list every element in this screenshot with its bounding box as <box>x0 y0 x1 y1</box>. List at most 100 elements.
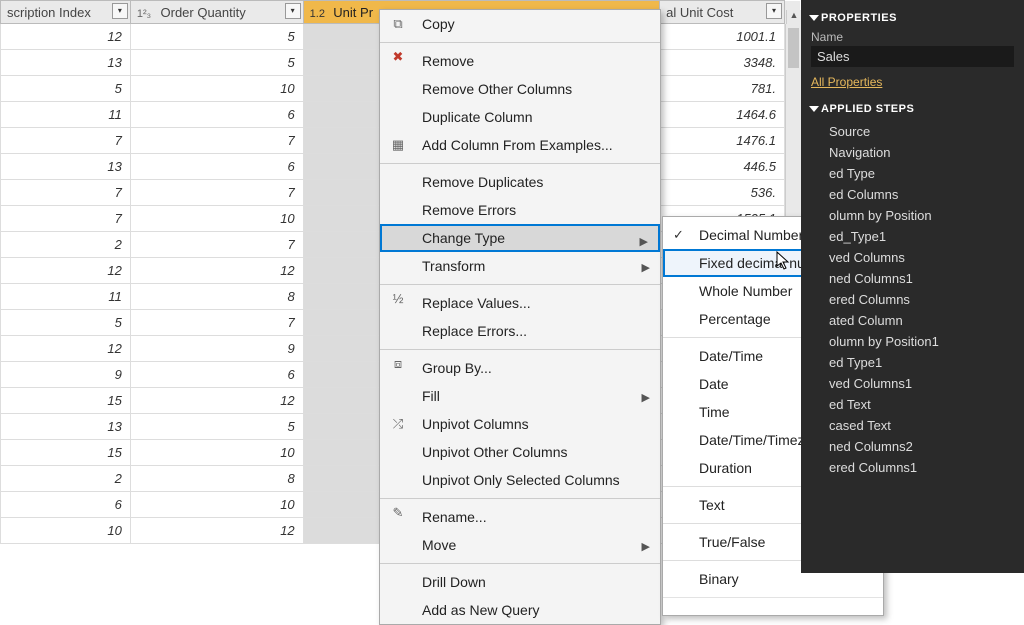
applied-step[interactable]: ned Columns2 <box>811 436 1024 457</box>
menu-item-fill[interactable]: Fill▶ <box>380 382 660 410</box>
scroll-up-arrow-icon[interactable]: ▲ <box>786 10 801 24</box>
cell-order-quantity[interactable]: 12 <box>130 518 303 544</box>
column-header-label: scription Index <box>7 5 91 20</box>
cell-description-index[interactable]: 13 <box>1 414 131 440</box>
cell-order-quantity[interactable]: 7 <box>130 180 303 206</box>
cell-description-index[interactable]: 2 <box>1 466 131 492</box>
cell-order-quantity[interactable]: 10 <box>130 492 303 518</box>
column-header-unit-cost[interactable]: al Unit Cost ▾ <box>660 1 785 24</box>
applied-steps-header[interactable]: APPLIED STEPS <box>811 103 1024 115</box>
applied-step[interactable]: ved Columns1 <box>811 373 1024 394</box>
cell-description-index[interactable]: 13 <box>1 154 131 180</box>
cell-unit-cost[interactable]: 536. <box>660 180 785 206</box>
all-properties-link[interactable]: All Properties <box>811 75 882 89</box>
cell-order-quantity[interactable]: 10 <box>130 206 303 232</box>
cell-description-index[interactable]: 5 <box>1 76 131 102</box>
menu-item-duplicate-column[interactable]: Duplicate Column <box>380 103 660 131</box>
cell-unit-cost[interactable]: 1476.1 <box>660 128 785 154</box>
applied-step[interactable]: Source <box>811 121 1024 142</box>
cell-description-index[interactable]: 15 <box>1 440 131 466</box>
cell-description-index[interactable]: 9 <box>1 362 131 388</box>
cell-description-index[interactable]: 12 <box>1 336 131 362</box>
cell-order-quantity[interactable]: 5 <box>130 50 303 76</box>
column-header-description-index[interactable]: scription Index ▾ <box>1 1 131 24</box>
cell-unit-cost[interactable]: 3348. <box>660 50 785 76</box>
cell-order-quantity[interactable]: 10 <box>130 76 303 102</box>
menu-item-transform[interactable]: Transform▶ <box>380 252 660 280</box>
applied-step[interactable]: ed_Type1 <box>811 226 1024 247</box>
cell-unit-cost[interactable]: 446.5 <box>660 154 785 180</box>
cell-description-index[interactable]: 7 <box>1 128 131 154</box>
cell-unit-cost[interactable]: 781. <box>660 76 785 102</box>
cell-order-quantity[interactable]: 10 <box>130 440 303 466</box>
filter-dropdown-icon[interactable]: ▾ <box>766 3 782 19</box>
menu-item-remove-duplicates[interactable]: Remove Duplicates <box>380 163 660 196</box>
copy-icon: ⧉ <box>388 14 408 34</box>
cell-order-quantity[interactable]: 6 <box>130 102 303 128</box>
cell-description-index[interactable]: 12 <box>1 258 131 284</box>
cell-unit-cost[interactable]: 1001.1 <box>660 24 785 50</box>
cell-description-index[interactable]: 11 <box>1 102 131 128</box>
cell-unit-cost[interactable]: 1464.6 <box>660 102 785 128</box>
cell-description-index[interactable]: 7 <box>1 206 131 232</box>
cell-order-quantity[interactable]: 7 <box>130 310 303 336</box>
applied-step[interactable]: ed Type <box>811 163 1024 184</box>
menu-item-move[interactable]: Move▶ <box>380 531 660 559</box>
menu-item-add-column-from-examples[interactable]: ▦Add Column From Examples... <box>380 131 660 159</box>
applied-step[interactable]: cased Text <box>811 415 1024 436</box>
menu-item-rename[interactable]: ✎Rename... <box>380 498 660 531</box>
cell-order-quantity[interactable]: 5 <box>130 414 303 440</box>
cell-description-index[interactable]: 6 <box>1 492 131 518</box>
cell-order-quantity[interactable]: 7 <box>130 128 303 154</box>
column-header-order-quantity[interactable]: 1²₃ Order Quantity ▾ <box>130 1 303 24</box>
cell-order-quantity[interactable]: 8 <box>130 466 303 492</box>
cell-order-quantity[interactable]: 6 <box>130 154 303 180</box>
cell-order-quantity[interactable]: 6 <box>130 362 303 388</box>
applied-step[interactable]: ered Columns1 <box>811 457 1024 478</box>
applied-step[interactable]: ed Columns <box>811 184 1024 205</box>
menu-item-drill-down[interactable]: Drill Down <box>380 563 660 596</box>
cell-description-index[interactable]: 15 <box>1 388 131 414</box>
menu-item-group-by[interactable]: ⧈Group By... <box>380 349 660 382</box>
cell-description-index[interactable]: 11 <box>1 284 131 310</box>
menu-item-unpivot-columns[interactable]: ⤮Unpivot Columns <box>380 410 660 438</box>
applied-step[interactable]: Navigation <box>811 142 1024 163</box>
menu-item-remove-other-columns[interactable]: Remove Other Columns <box>380 75 660 103</box>
menu-item-copy[interactable]: ⧉Copy <box>380 10 660 38</box>
menu-item-remove-errors[interactable]: Remove Errors <box>380 196 660 224</box>
menu-item-replace-errors[interactable]: Replace Errors... <box>380 317 660 345</box>
query-name-input[interactable]: Sales <box>811 46 1014 67</box>
applied-step[interactable]: olumn by Position <box>811 205 1024 226</box>
applied-step[interactable]: olumn by Position1 <box>811 331 1024 352</box>
applied-step[interactable]: ed Text <box>811 394 1024 415</box>
menu-item-unpivot-selected-columns[interactable]: Unpivot Only Selected Columns <box>380 466 660 494</box>
cell-description-index[interactable]: 2 <box>1 232 131 258</box>
scrollbar-thumb[interactable] <box>788 28 799 68</box>
cell-description-index[interactable]: 10 <box>1 518 131 544</box>
applied-step[interactable]: ered Columns <box>811 289 1024 310</box>
cell-description-index[interactable]: 13 <box>1 50 131 76</box>
cell-order-quantity[interactable]: 12 <box>130 258 303 284</box>
cell-description-index[interactable]: 7 <box>1 180 131 206</box>
menu-item-add-as-new-query[interactable]: Add as New Query <box>380 596 660 624</box>
cell-order-quantity[interactable]: 8 <box>130 284 303 310</box>
applied-step[interactable]: ated Column <box>811 310 1024 331</box>
properties-header[interactable]: PROPERTIES <box>811 12 1024 24</box>
cell-order-quantity[interactable]: 7 <box>130 232 303 258</box>
applied-step[interactable]: ed Type1 <box>811 352 1024 373</box>
datatype-decimal-icon: 1.2 <box>310 8 330 20</box>
menu-item-remove[interactable]: ✖Remove <box>380 42 660 75</box>
menu-item-replace-values[interactable]: ½Replace Values... <box>380 284 660 317</box>
cell-order-quantity[interactable]: 5 <box>130 24 303 50</box>
applied-step[interactable]: ned Columns1 <box>811 268 1024 289</box>
cell-description-index[interactable]: 12 <box>1 24 131 50</box>
menu-item-unpivot-other-columns[interactable]: Unpivot Other Columns <box>380 438 660 466</box>
cell-order-quantity[interactable]: 12 <box>130 388 303 414</box>
cell-order-quantity[interactable]: 9 <box>130 336 303 362</box>
filter-dropdown-icon[interactable]: ▾ <box>285 3 301 19</box>
applied-step[interactable]: ved Columns <box>811 247 1024 268</box>
cell-description-index[interactable]: 5 <box>1 310 131 336</box>
filter-dropdown-icon[interactable]: ▾ <box>112 3 128 19</box>
menu-item-change-type[interactable]: Change Type▶ <box>380 224 660 252</box>
submenu-item-using-locale[interactable]: Using Locale <box>663 597 883 611</box>
